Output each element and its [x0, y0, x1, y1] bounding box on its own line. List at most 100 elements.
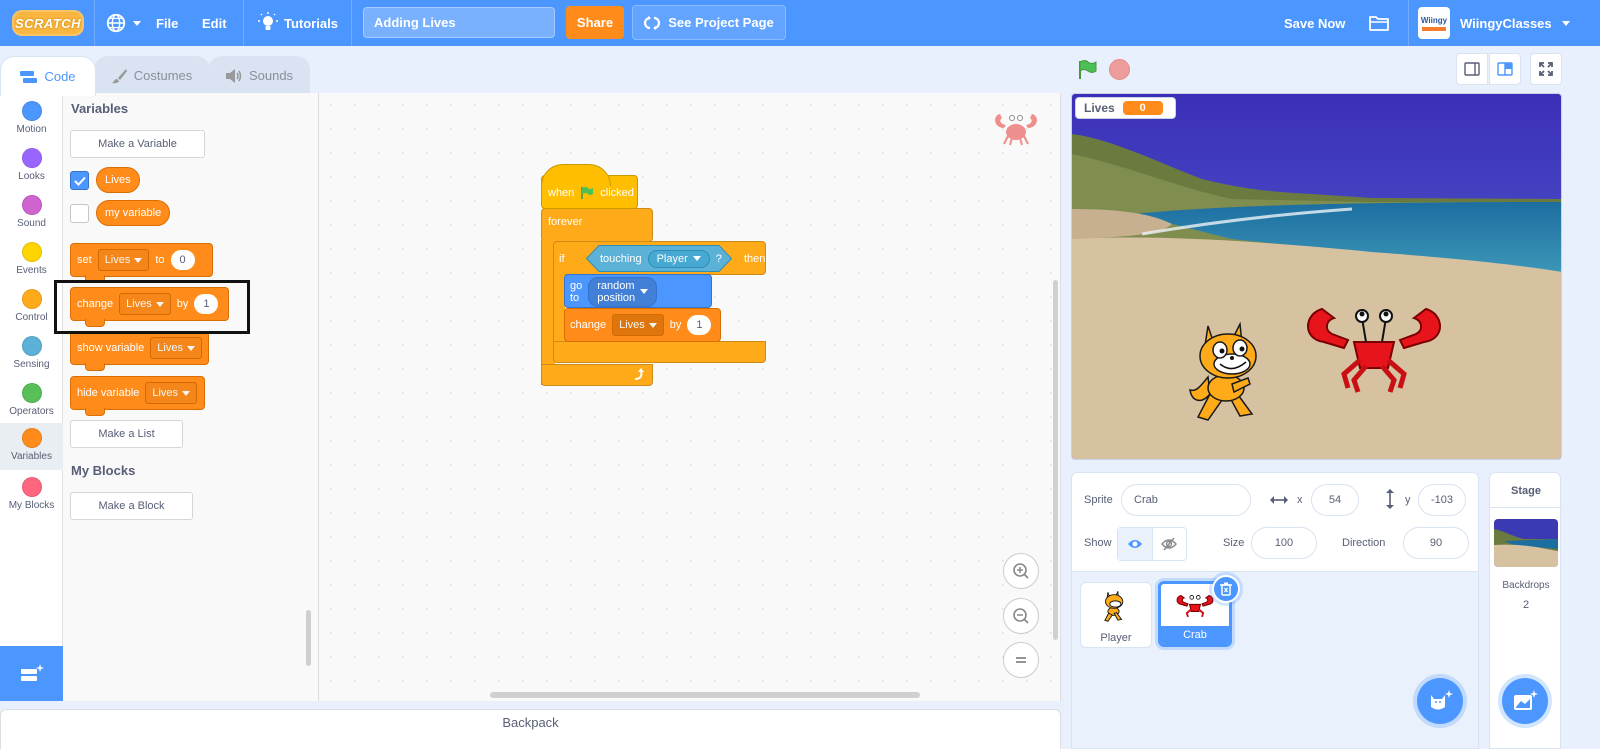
variables-dot-icon — [21, 428, 42, 448]
zoom-in-button[interactable] — [1003, 553, 1039, 589]
workspace-horizontal-scrollbar[interactable] — [490, 692, 920, 698]
workspace-vertical-scrollbar[interactable] — [1053, 280, 1058, 640]
file-menu[interactable]: File — [156, 0, 178, 46]
y-input[interactable]: -103 — [1418, 484, 1466, 516]
zoom-reset-button[interactable] — [1003, 642, 1039, 678]
events-dot-icon — [21, 242, 42, 262]
equals-icon — [1016, 657, 1026, 663]
fullscreen-button[interactable] — [1530, 53, 1562, 85]
lives-reporter-block[interactable]: Lives — [96, 167, 140, 193]
category-menu: Motion Looks Sound Events Control Sensin… — [0, 93, 63, 646]
value-input[interactable]: 0 — [170, 250, 195, 270]
category-my-blocks[interactable]: My Blocks — [0, 472, 63, 519]
show-sprite-button[interactable] — [1118, 528, 1153, 560]
value-input[interactable]: 1 — [687, 315, 712, 335]
my-blocks-heading: My Blocks — [71, 463, 136, 478]
x-label: x — [1297, 494, 1303, 506]
x-input[interactable]: 54 — [1311, 484, 1359, 516]
category-operators[interactable]: Operators — [0, 378, 63, 425]
share-button[interactable]: Share — [566, 6, 624, 39]
divider — [1408, 0, 1409, 46]
hide-sprite-button[interactable] — [1153, 528, 1187, 560]
touching-target-dropdown[interactable]: Player — [647, 249, 710, 268]
tutorials-button[interactable]: Tutorials — [258, 0, 338, 46]
sprite-name-input[interactable]: Crab — [1121, 484, 1251, 516]
sprite-thumb-player[interactable]: Player — [1080, 582, 1152, 648]
choose-sprite-button[interactable] — [1417, 678, 1463, 724]
hat-cap — [541, 164, 611, 186]
sprite-thumb-label: Crab — [1161, 626, 1229, 644]
chevron-down-icon — [1561, 20, 1570, 26]
variable-dropdown[interactable]: Lives — [145, 382, 198, 404]
category-variables[interactable]: Variables — [0, 423, 63, 470]
zoom-in-icon — [1013, 563, 1029, 579]
beach-backdrop — [1072, 94, 1561, 459]
chevron-down-icon — [186, 345, 195, 351]
category-looks[interactable]: Looks — [0, 143, 63, 190]
stop-button[interactable] — [1109, 59, 1130, 80]
operators-dot-icon — [21, 383, 42, 403]
green-flag-button[interactable] — [1076, 59, 1098, 81]
language-menu[interactable] — [105, 0, 141, 46]
show-label: Show — [1084, 537, 1112, 549]
delete-sprite-button[interactable] — [1212, 575, 1240, 603]
normal-stage-button[interactable] — [1489, 53, 1521, 85]
tab-sounds[interactable]: Sounds — [208, 56, 310, 94]
chevron-down-icon — [133, 20, 141, 26]
code-workspace[interactable] — [319, 93, 1061, 701]
backpack-panel[interactable]: Backpack — [0, 709, 1061, 749]
show-variable-block[interactable]: show variable Lives — [70, 331, 209, 371]
make-variable-button[interactable]: Make a Variable — [70, 130, 205, 158]
size-label: Size — [1223, 537, 1245, 549]
add-backdrop-icon — [1514, 690, 1538, 710]
variable-dropdown[interactable]: Lives — [97, 249, 150, 271]
direction-label: Direction — [1342, 537, 1386, 549]
project-title-input[interactable]: Adding Lives — [363, 7, 555, 38]
account-menu[interactable]: Wiingy WiingyClasses — [1418, 0, 1570, 46]
direction-input[interactable]: 90 — [1403, 527, 1469, 559]
zoom-out-button[interactable] — [1003, 598, 1039, 634]
y-label: y — [1405, 494, 1411, 506]
category-events[interactable]: Events — [0, 237, 63, 284]
variable-dropdown[interactable]: Lives — [150, 337, 202, 359]
save-now-button[interactable]: Save Now — [1284, 0, 1345, 46]
category-sensing[interactable]: Sensing — [0, 331, 63, 378]
folder-icon — [1369, 16, 1389, 31]
add-extension-button[interactable] — [0, 646, 63, 701]
lives-variable-monitor[interactable]: Lives 0 — [1075, 97, 1176, 119]
player-cat-sprite — [1189, 322, 1257, 421]
forever-label: forever — [548, 216, 583, 228]
menu-bar: SCRATCH File Edit Tutorials Adding Lives… — [0, 0, 1600, 46]
touching-block[interactable]: touching Player ? — [594, 249, 728, 268]
category-sound[interactable]: Sound — [0, 190, 63, 237]
hide-variable-block[interactable]: hide variable Lives — [70, 376, 205, 416]
my-variable-monitor-checkbox[interactable] — [70, 204, 89, 223]
tab-costumes[interactable]: Costumes — [94, 56, 210, 94]
edit-menu[interactable]: Edit — [202, 0, 227, 46]
vertical-arrows-icon — [1386, 489, 1394, 509]
then-label: then — [744, 253, 766, 265]
make-block-button[interactable]: Make a Block — [70, 492, 193, 520]
tab-code[interactable]: Code — [0, 56, 96, 96]
my-stuff-button[interactable] — [1368, 0, 1390, 46]
choose-backdrop-button[interactable] — [1502, 678, 1548, 724]
lives-monitor-checkbox[interactable] — [70, 171, 89, 190]
username-label: WiingyClasses — [1460, 15, 1552, 31]
stage-canvas[interactable] — [1071, 93, 1562, 460]
go-to-target-dropdown[interactable]: random position — [588, 276, 658, 307]
add-extension-icon — [20, 663, 44, 681]
category-motion[interactable]: Motion — [0, 96, 63, 143]
variable-dropdown[interactable]: Lives — [612, 314, 664, 336]
my-variable-reporter-block[interactable]: my variable — [96, 200, 171, 226]
speaker-icon — [225, 68, 242, 83]
see-project-page-button[interactable]: See Project Page — [632, 5, 786, 40]
tutorials-label: Tutorials — [284, 15, 338, 31]
make-list-button[interactable]: Make a List — [70, 420, 183, 448]
small-stage-button[interactable] — [1456, 53, 1488, 85]
eye-icon — [1127, 540, 1142, 548]
divider — [243, 0, 244, 46]
scratch-logo[interactable]: SCRATCH — [12, 10, 84, 36]
size-input[interactable]: 100 — [1251, 527, 1317, 559]
palette-scrollbar[interactable] — [306, 610, 311, 666]
set-variable-block[interactable]: set Lives to 0 — [70, 243, 213, 283]
